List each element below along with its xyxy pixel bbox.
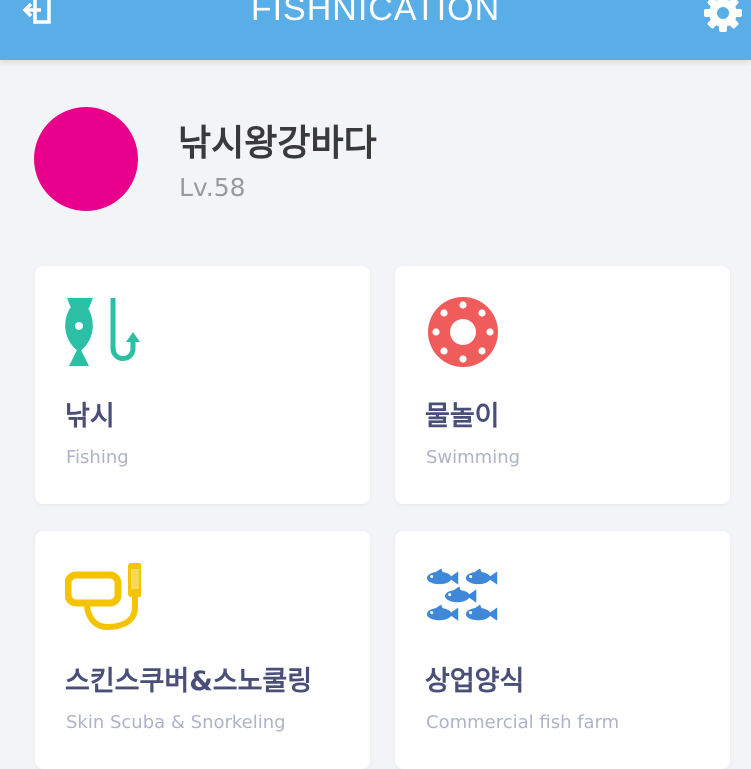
gear-icon[interactable] xyxy=(702,0,744,34)
profile-section: 낚시왕강바다 Lv.58 xyxy=(0,60,751,260)
app-bar: FISHNICATION xyxy=(0,0,751,60)
card-subtitle: Swimming xyxy=(426,447,521,468)
avatar[interactable] xyxy=(34,107,138,211)
category-card-fishing[interactable]: 낚시 Fishing xyxy=(35,266,370,504)
fish-hook-icon xyxy=(65,298,140,366)
card-title: 낚시 xyxy=(65,401,115,432)
app-title: FISHNICATION xyxy=(250,0,501,28)
lifebuoy-icon xyxy=(428,297,498,367)
card-subtitle: Commercial fish farm xyxy=(426,712,620,733)
card-title: 상업양식 xyxy=(425,666,525,697)
card-title: 스킨스쿠버&스노쿨링 xyxy=(65,666,313,697)
card-subtitle: Skin Scuba & Snorkeling xyxy=(66,712,286,733)
category-card-fish-farm[interactable]: 상업양식 Commercial fish farm xyxy=(395,531,730,769)
profile-name: 낚시왕강바다 xyxy=(178,123,377,164)
profile-level: Lv.58 xyxy=(179,173,246,202)
category-card-scuba[interactable]: 스킨스쿠버&스노쿨링 Skin Scuba & Snorkeling xyxy=(35,531,370,769)
snorkel-mask-icon xyxy=(65,563,141,631)
category-card-swimming[interactable]: 물놀이 Swimming xyxy=(395,266,730,504)
card-title: 물놀이 xyxy=(425,401,500,432)
fish-school-icon xyxy=(426,568,498,621)
card-subtitle: Fishing xyxy=(66,447,129,468)
